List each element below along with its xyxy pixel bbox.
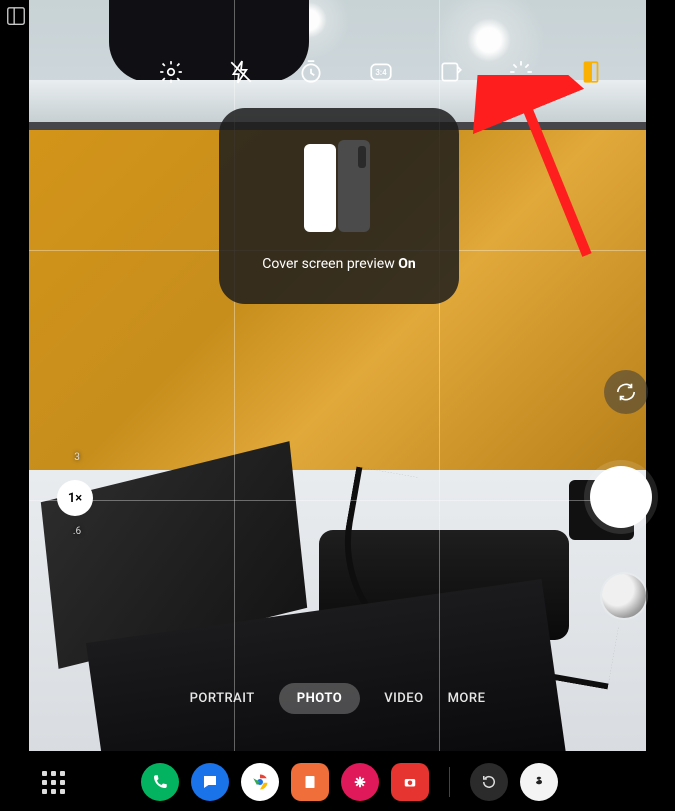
- camera-stage: 3:4 Cover screen preview On 3 1× .6: [29, 0, 646, 811]
- cover-preview-toast: Cover screen preview On: [219, 108, 459, 304]
- phone-app-icon[interactable]: [141, 763, 179, 801]
- nav-bar: [29, 753, 646, 811]
- s-icon: [530, 773, 548, 791]
- camera-toolbar: 3:4: [29, 48, 646, 96]
- mode-video[interactable]: VIDEO: [384, 691, 423, 706]
- recent-app-icon[interactable]: [470, 763, 508, 801]
- gallery-thumbnail-button[interactable]: [602, 574, 646, 618]
- toast-state: On: [398, 256, 416, 272]
- recent-icon: [480, 773, 498, 791]
- shutter-button[interactable]: [590, 466, 652, 528]
- settings-button[interactable]: [157, 58, 185, 86]
- mode-photo[interactable]: PHOTO: [279, 683, 360, 714]
- zoom-uw-label[interactable]: .6: [57, 526, 97, 537]
- app-icon-asterisk[interactable]: [341, 763, 379, 801]
- timer-icon: [298, 59, 324, 85]
- sparkle-icon: [508, 59, 534, 85]
- flash-button[interactable]: [227, 58, 255, 86]
- motion-photo-button[interactable]: [437, 58, 465, 86]
- fold-phone-icon: [304, 140, 374, 236]
- apps-drawer-button[interactable]: [39, 768, 67, 796]
- mode-portrait[interactable]: PORTRAIT: [190, 691, 255, 706]
- chrome-app-icon[interactable]: [241, 763, 279, 801]
- switch-camera-icon: [615, 381, 637, 403]
- app-icon-orange[interactable]: [291, 763, 329, 801]
- camera-icon: [401, 773, 419, 791]
- home-app-icon[interactable]: [520, 763, 558, 801]
- aspect-ratio-button[interactable]: 3:4: [367, 58, 395, 86]
- flash-icon: [228, 59, 254, 85]
- switch-camera-button[interactable]: [604, 370, 648, 414]
- cover-screen-preview-button[interactable]: [577, 58, 605, 86]
- motion-icon: [438, 59, 464, 85]
- gear-icon: [158, 59, 184, 85]
- ratio-label: 3:4: [375, 68, 386, 77]
- toast-label: Cover screen preview: [262, 256, 398, 272]
- timer-button[interactable]: [297, 58, 325, 86]
- zoom-selected[interactable]: 1×: [57, 480, 93, 516]
- cover-screen-icon: [578, 59, 604, 85]
- camera-app-icon[interactable]: [391, 763, 429, 801]
- messages-app-icon[interactable]: [191, 763, 229, 801]
- message-icon: [201, 773, 219, 791]
- chrome-icon: [251, 773, 269, 791]
- zoom-tele-label[interactable]: 3: [57, 452, 97, 463]
- window-layout-button[interactable]: [5, 5, 27, 27]
- filters-button[interactable]: [507, 58, 535, 86]
- phone-icon: [151, 773, 169, 791]
- mode-selector[interactable]: PORTRAIT PHOTO VIDEO MORE: [29, 678, 646, 718]
- mode-more[interactable]: MORE: [448, 691, 486, 706]
- toast-text: Cover screen preview On: [262, 256, 415, 272]
- zoom-control[interactable]: 3 1× .6: [57, 440, 97, 560]
- nav-separator: [449, 767, 450, 797]
- asterisk-icon: [351, 773, 369, 791]
